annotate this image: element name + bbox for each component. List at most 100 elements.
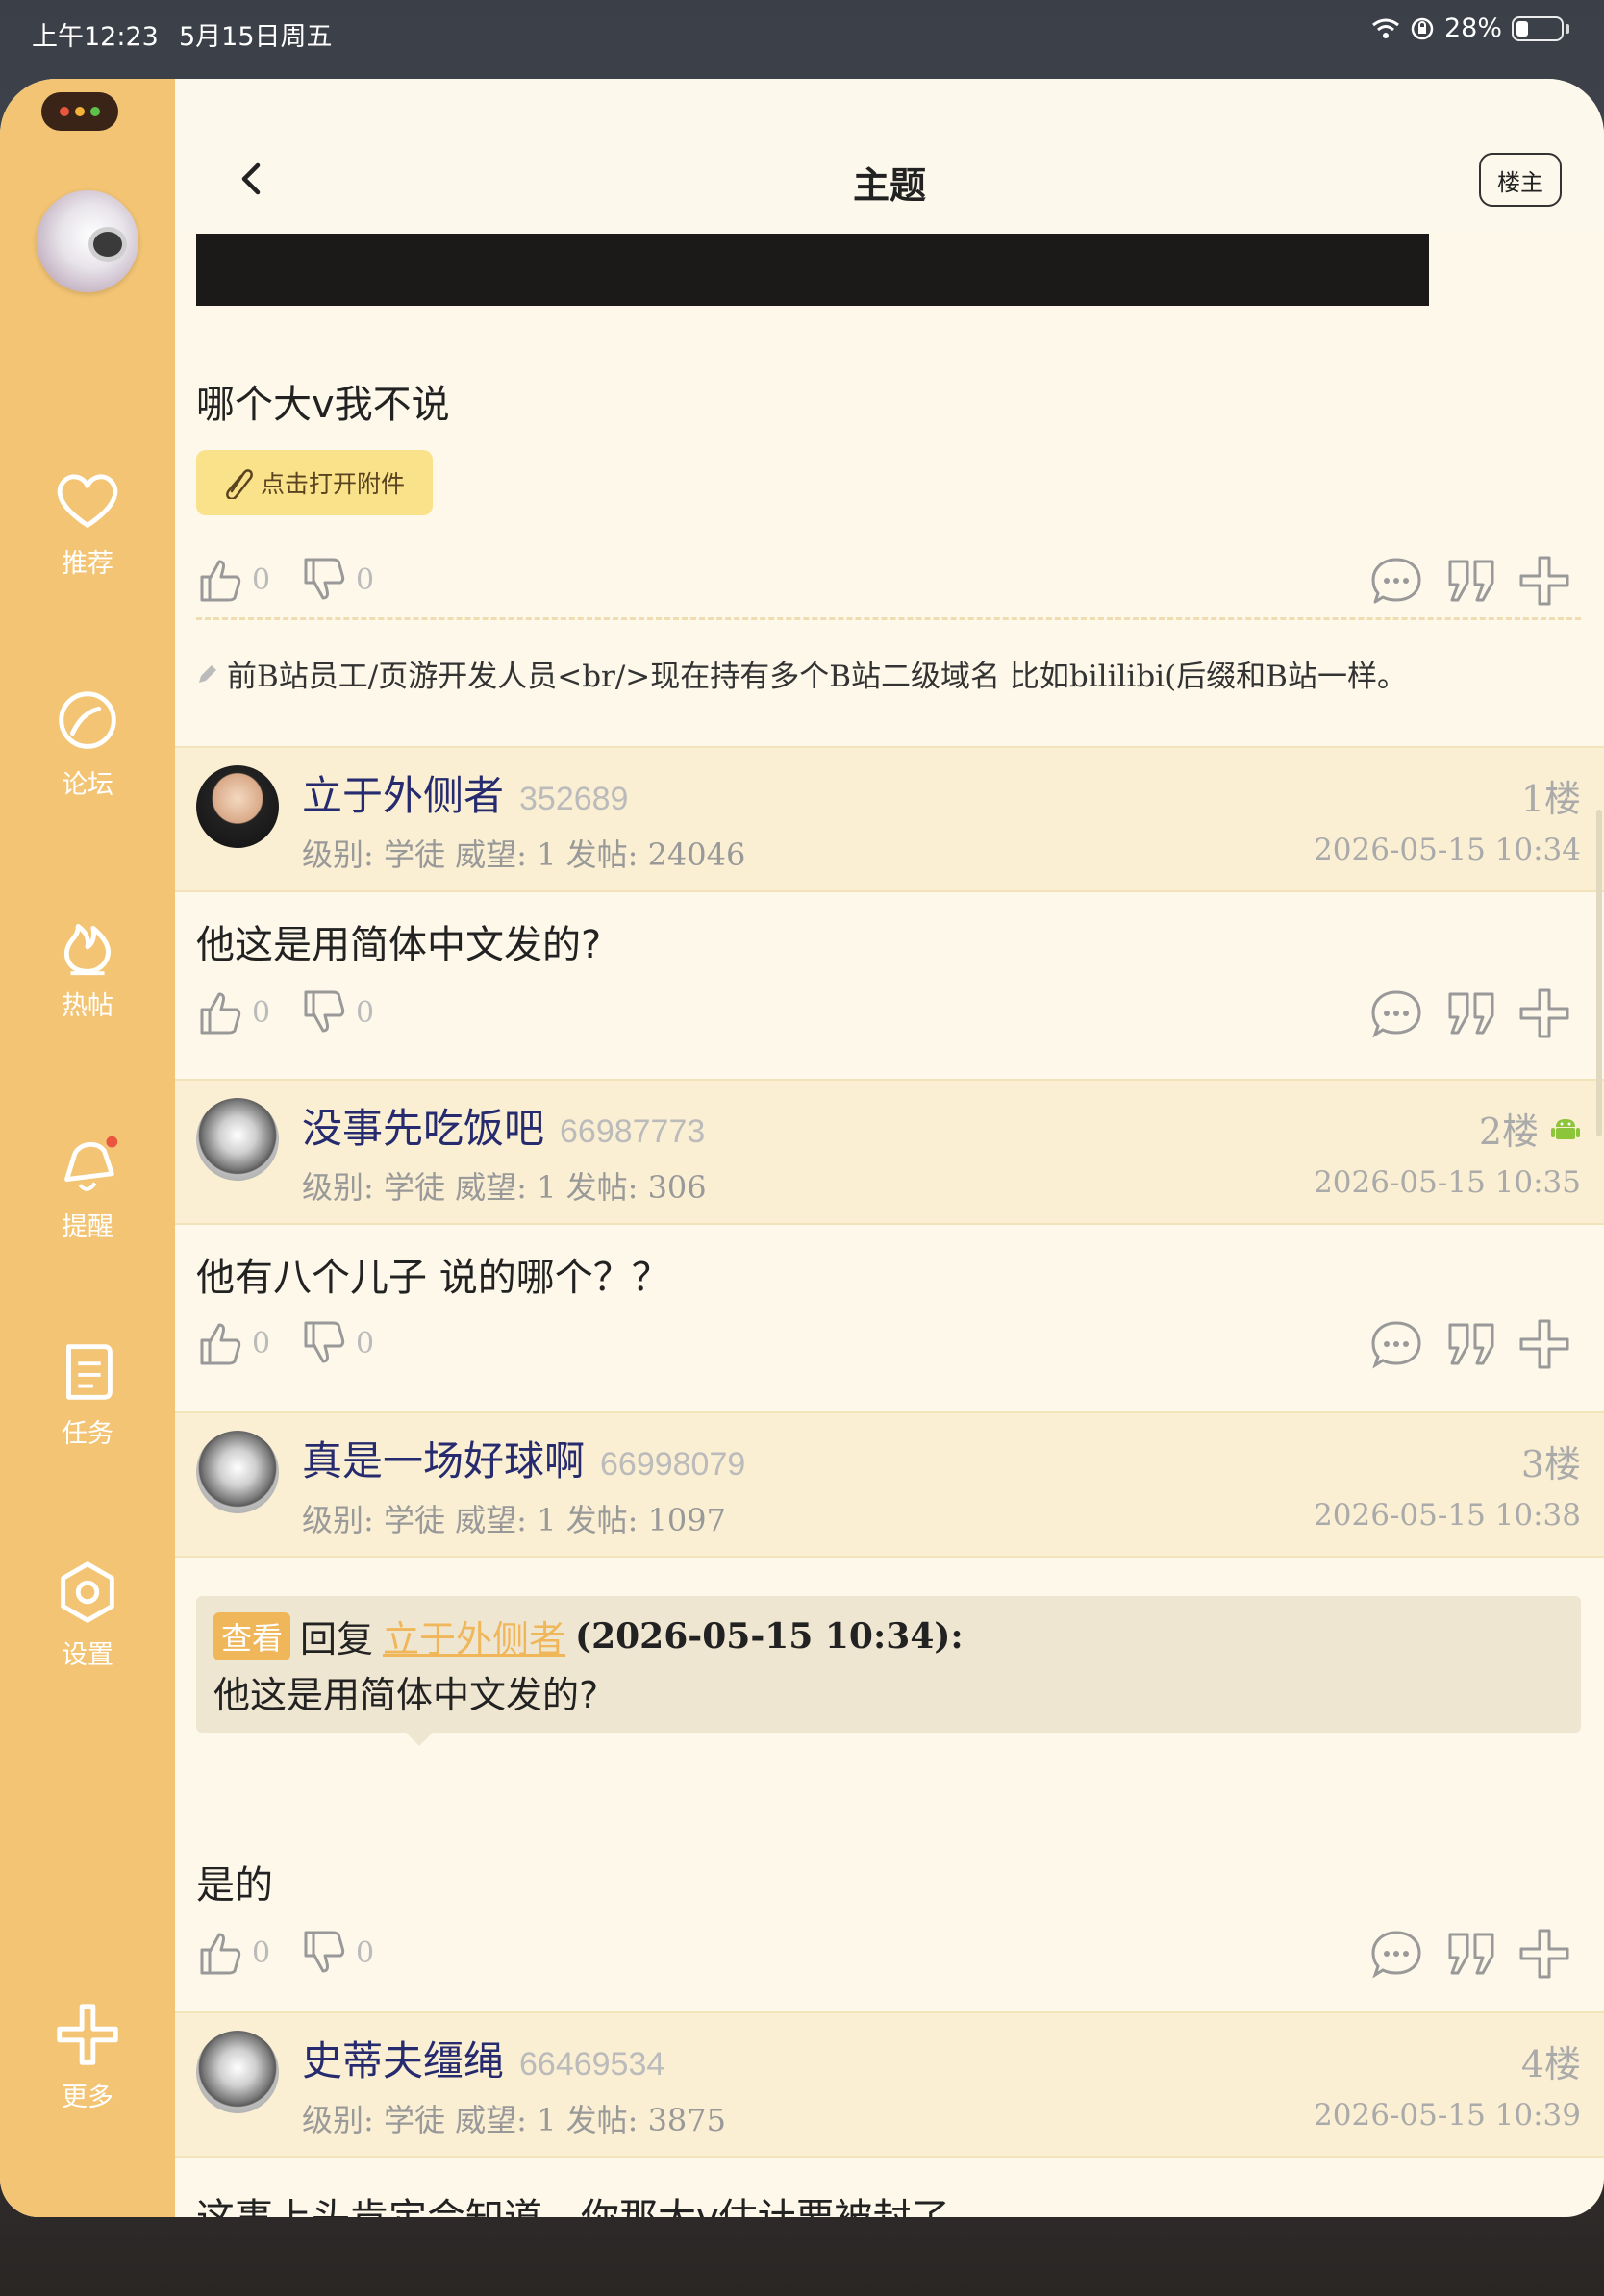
sidebar-item-forum[interactable]: 论坛 (0, 685, 175, 801)
wifi-icon (1372, 18, 1399, 38)
username-text[interactable]: 真是一场好球啊 (302, 1437, 585, 1485)
user-signature: 前B站员工/页游开发人员<br/>现在持有多个B站二级域名 比如bililibi… (196, 652, 1407, 695)
sidebar-item-hot[interactable]: 热帖 (0, 906, 175, 1022)
user-meta: 级别: 学徒 威望: 1 发帖: 1097 (302, 1502, 727, 1538)
maximize-dot[interactable] (90, 107, 100, 116)
reply-body: 这事上头肯定会知道，你那大v估计要被封了 (196, 2186, 950, 2217)
floor-number: 3楼 (1521, 1435, 1581, 1487)
quoted-user-link[interactable]: 立于外侧者 (383, 1610, 565, 1662)
avatar[interactable] (196, 1098, 279, 1181)
floor-label: 1楼 (1520, 778, 1581, 820)
reply-body: 他有八个儿子 说的哪个？？ (196, 1256, 670, 1300)
paperclip-icon (226, 469, 253, 499)
thumbs-down-icon (304, 1931, 345, 1973)
status-right: 28% (1371, 13, 1569, 43)
dislike-button[interactable]: 0 (300, 1929, 374, 1977)
avatar[interactable] (196, 765, 279, 848)
reply-body: 他这是用简体中文发的? (196, 923, 602, 967)
sidebar-item-recommend[interactable]: 推荐 (0, 463, 175, 580)
username-text[interactable]: 立于外侧者 (302, 772, 504, 819)
sidebar-item-label: 推荐 (62, 549, 113, 579)
dislike-button[interactable]: 0 (300, 556, 374, 604)
comment-icon[interactable] (1369, 1317, 1423, 1371)
sidebar-item-label: 设置 (62, 1640, 113, 1670)
add-icon[interactable] (1517, 986, 1571, 1040)
heart-icon (57, 474, 118, 528)
username[interactable]: 真是一场好球啊 66998079 (302, 1429, 745, 1487)
reply-timestamp: 2026-05-15 10:35 (1314, 1165, 1581, 1200)
sidebar-item-label: 更多 (62, 2083, 113, 2112)
user-id: 66469534 (519, 2046, 665, 2083)
username[interactable]: 史蒂夫缰绳 66469534 (302, 2029, 664, 2087)
dislike-count: 0 (356, 562, 375, 597)
floor-label: 2楼 (1478, 1111, 1539, 1153)
dislike-button[interactable]: 0 (300, 988, 374, 1036)
username-text[interactable]: 史蒂夫缰绳 (302, 2037, 504, 2084)
quote-time: (2026-05-15 10:34): (575, 1615, 964, 1657)
reply-timestamp: 2026-05-15 10:34 (1314, 833, 1581, 867)
user-id: 66987773 (560, 1113, 706, 1150)
user-meta: 级别: 学徒 威望: 1 发帖: 24046 (302, 836, 746, 873)
avatar[interactable] (196, 1431, 279, 1513)
quote-icon[interactable] (1444, 986, 1498, 1040)
quote-icon[interactable] (1444, 1317, 1498, 1371)
like-count: 0 (252, 1326, 271, 1360)
thumbs-down-icon (304, 990, 345, 1033)
comment-icon[interactable] (1369, 986, 1423, 1040)
comment-icon[interactable] (1369, 554, 1423, 608)
sidebar-item-more[interactable]: 更多 (0, 1997, 175, 2113)
reply-header: 史蒂夫缰绳 66469534 级别: 学徒 威望: 1 发帖: 3875 4楼 2… (175, 2011, 1604, 2158)
username[interactable]: 没事先吃饭吧 66987773 (302, 1096, 705, 1155)
thread-view: 哪个大v我不说 点击打开附件 0 0 前B站员工/页游开发人员<br/>现在持有… (175, 79, 1604, 2217)
status-date: 5月15日周五 (179, 22, 333, 52)
sidebar-item-notify[interactable]: 提醒 (0, 1127, 175, 1243)
quote-icon[interactable] (1444, 1927, 1498, 1981)
owner-only-button[interactable]: 楼主 (1479, 153, 1562, 207)
add-icon[interactable] (1517, 1317, 1571, 1371)
like-button[interactable]: 0 (196, 988, 270, 1036)
quote-tail (406, 1733, 433, 1746)
dislike-button[interactable]: 0 (300, 1319, 374, 1367)
like-button[interactable]: 0 (196, 1319, 270, 1367)
avatar[interactable] (196, 2031, 279, 2113)
pencil-icon (199, 664, 216, 683)
like-count: 0 (252, 1935, 271, 1970)
attachment-label: 点击打开附件 (260, 470, 405, 498)
comment-icon[interactable] (1369, 1927, 1423, 1981)
post-body: 哪个大v我不说 (196, 383, 450, 427)
open-attachment-button[interactable]: 点击打开附件 (196, 450, 433, 515)
quote-prefix: 回复 (300, 1618, 374, 1660)
floor-number: 1楼 (1521, 769, 1581, 822)
add-icon[interactable] (1517, 1927, 1571, 1981)
dislike-count: 0 (356, 1326, 375, 1360)
window-controls[interactable] (41, 92, 118, 131)
username-text[interactable]: 没事先吃饭吧 (302, 1105, 544, 1152)
scrollbar[interactable] (1596, 810, 1602, 1136)
close-dot[interactable] (60, 107, 69, 116)
like-button[interactable]: 0 (196, 1929, 270, 1977)
like-button[interactable]: 0 (196, 556, 270, 604)
lock-rotation-icon (1411, 17, 1434, 39)
sidebar-item-settings[interactable]: 设置 (0, 1555, 175, 1671)
battery-percent: 28% (1443, 13, 1502, 43)
thumbs-down-icon (304, 558, 345, 600)
thumbs-up-icon (200, 1933, 241, 1975)
sidebar-item-task[interactable]: 任务 (0, 1334, 175, 1450)
task-icon (66, 1344, 113, 1400)
sidebar: 推荐 论坛 热帖 提醒 任务 设置 更多 (0, 79, 175, 2217)
reply-actions: 0 0 (196, 983, 1581, 1040)
reply-header: 真是一场好球啊 66998079 级别: 学徒 威望: 1 发帖: 1097 3楼… (175, 1411, 1604, 1558)
like-count: 0 (252, 562, 271, 597)
username[interactable]: 立于外侧者 352689 (302, 763, 628, 822)
forum-icon (59, 691, 116, 749)
user-avatar[interactable] (37, 190, 138, 292)
fire-icon (63, 924, 111, 976)
quote-icon[interactable] (1444, 554, 1498, 608)
minimize-dot[interactable] (75, 107, 85, 116)
add-icon[interactable] (1517, 554, 1571, 608)
thumbs-down-icon (304, 1321, 345, 1363)
view-quote-button[interactable]: 查看 (213, 1611, 291, 1660)
battery-tip (1566, 23, 1569, 34)
signature-text: 前B站员工/页游开发人员<br/>现在持有多个B站二级域名 比如bililibi… (227, 660, 1407, 694)
reply-timestamp: 2026-05-15 10:38 (1314, 1498, 1581, 1533)
